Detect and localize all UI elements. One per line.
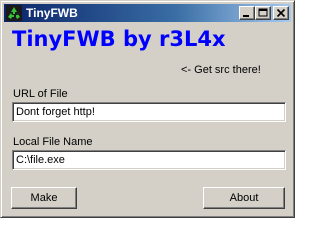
get-src-note: <- Get src there! [181, 64, 261, 76]
make-button[interactable]: Make [11, 187, 77, 209]
title-bar[interactable]: TinyFWB [4, 4, 291, 22]
minimize-button[interactable] [239, 6, 255, 20]
app-heading: TinyFWB by r3L4x [12, 27, 226, 51]
recycle-icon[interactable] [6, 5, 22, 21]
close-button[interactable] [273, 6, 289, 20]
maximize-button[interactable] [255, 6, 271, 20]
url-input[interactable] [12, 102, 286, 122]
about-button[interactable]: About [203, 187, 285, 209]
local-file-label: Local File Name [13, 136, 93, 148]
window-title: TinyFWB [26, 6, 78, 20]
close-icon [276, 8, 286, 18]
maximize-icon [258, 8, 268, 17]
app-window: TinyFWB TinyFWB by r3L4x <- Get src ther… [0, 0, 295, 218]
local-file-input[interactable] [12, 150, 286, 170]
minimize-icon [243, 15, 249, 17]
url-label: URL of File [13, 88, 68, 100]
